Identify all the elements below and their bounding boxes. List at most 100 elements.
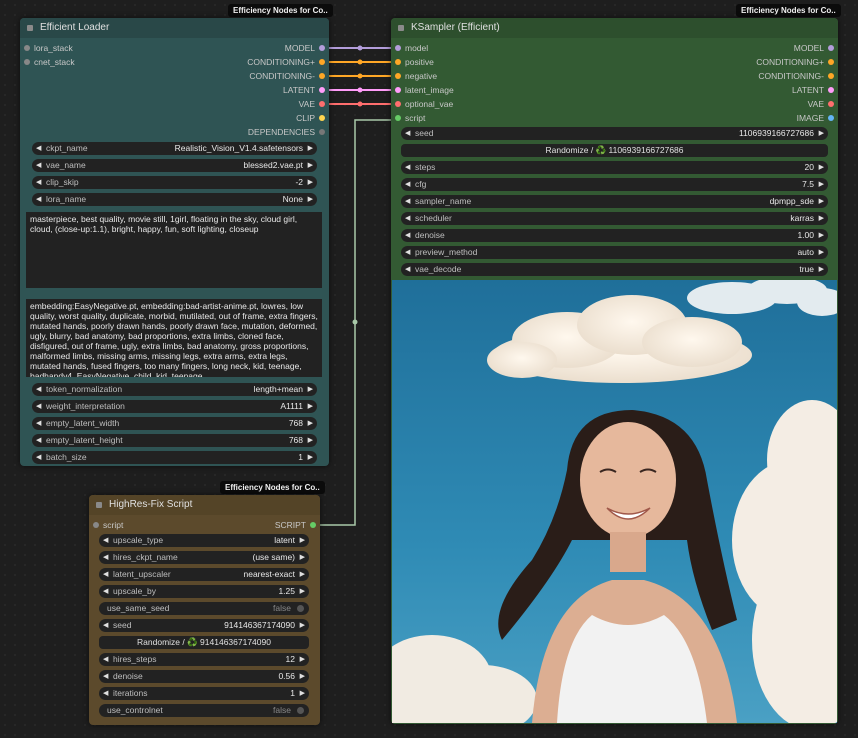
ksampler-input-model[interactable]: model bbox=[391, 41, 428, 55]
ksampler-node[interactable]: KSampler (Efficient) model positive nega… bbox=[391, 18, 838, 724]
ksampler-input-script[interactable]: script bbox=[391, 111, 425, 125]
loader-output-conditioning-pos[interactable]: CONDITIONING+ bbox=[247, 55, 329, 69]
widget-vae-name[interactable]: ◀ vae_name blessed2.vae.pt ▶ bbox=[32, 159, 317, 172]
socket-icon[interactable] bbox=[319, 115, 325, 121]
ksampler-input-optional-vae[interactable]: optional_vae bbox=[391, 97, 453, 111]
collapse-icon[interactable] bbox=[96, 502, 102, 508]
widget-ckpt-name[interactable]: ◀ ckpt_name Realistic_Vision_V1.4.safetens… bbox=[32, 142, 317, 155]
socket-icon[interactable] bbox=[828, 73, 834, 79]
widget-clip-skip[interactable]: ◀ clip_skip -2 ▶ bbox=[32, 176, 317, 189]
widget-hires-denoise[interactable]: ◀ denoise 0.56 ▶ bbox=[99, 670, 309, 683]
socket-icon[interactable] bbox=[24, 45, 30, 51]
socket-icon[interactable] bbox=[310, 522, 316, 528]
ksampler-output-image[interactable]: IMAGE bbox=[797, 111, 838, 125]
collapse-icon[interactable] bbox=[398, 25, 404, 31]
socket-icon[interactable] bbox=[319, 59, 325, 65]
randomize-hires-seed-button[interactable]: Randomize / ♻️ 914146367174090 bbox=[99, 636, 309, 649]
negative-prompt-textarea[interactable]: embedding:EasyNegative.pt, embedding:bad… bbox=[26, 299, 322, 377]
ksampler-input-negative[interactable]: negative bbox=[391, 69, 437, 83]
randomize-seed-button[interactable]: Randomize / ♻️ 1106939166727686 bbox=[401, 144, 828, 157]
loader-title-bar[interactable]: Efficient Loader bbox=[20, 18, 329, 38]
arrow-right-icon: ▶ bbox=[818, 232, 824, 239]
collapse-icon[interactable] bbox=[27, 25, 33, 31]
widget-scheduler[interactable]: ◀ scheduler karras ▶ bbox=[401, 212, 828, 225]
widget-empty-latent-height[interactable]: ◀ empty_latent_height 768 ▶ bbox=[32, 434, 317, 447]
hires-output-script[interactable]: SCRIPT bbox=[275, 518, 320, 532]
widget-upscale-type[interactable]: ◀ upscale_type latent ▶ bbox=[99, 534, 309, 547]
arrow-right-icon: ▶ bbox=[307, 196, 313, 203]
socket-icon[interactable] bbox=[395, 87, 401, 93]
loader-input-cnet-stack[interactable]: cnet_stack bbox=[20, 55, 75, 69]
loader-output-latent[interactable]: LATENT bbox=[283, 83, 329, 97]
socket-icon[interactable] bbox=[319, 129, 325, 135]
loader-output-vae[interactable]: VAE bbox=[299, 97, 329, 111]
ksampler-output-vae[interactable]: VAE bbox=[808, 97, 838, 111]
widget-vae-decode[interactable]: ◀ vae_decode true ▶ bbox=[401, 263, 828, 276]
arrow-right-icon: ▶ bbox=[307, 162, 313, 169]
arrow-right-icon: ▶ bbox=[299, 690, 305, 697]
arrow-left-icon: ◀ bbox=[405, 215, 411, 222]
widget-hires-steps[interactable]: ◀ hires_steps 12 ▶ bbox=[99, 653, 309, 666]
loader-output-conditioning-neg[interactable]: CONDITIONING- bbox=[249, 69, 329, 83]
socket-icon[interactable] bbox=[395, 115, 401, 121]
widget-steps[interactable]: ◀ steps 20 ▶ bbox=[401, 161, 828, 174]
socket-icon[interactable] bbox=[319, 87, 325, 93]
socket-icon[interactable] bbox=[395, 73, 401, 79]
socket-icon[interactable] bbox=[319, 45, 325, 51]
socket-icon[interactable] bbox=[319, 101, 325, 107]
widget-upscale-by[interactable]: ◀ upscale_by 1.25 ▶ bbox=[99, 585, 309, 598]
widget-seed[interactable]: ◀ seed 1106939166727686 ▶ bbox=[401, 127, 828, 140]
socket-icon[interactable] bbox=[828, 101, 834, 107]
highres-fix-script-node[interactable]: HighRes-Fix Script script SCRIPT ◀ upscal… bbox=[89, 495, 320, 725]
widget-sampler-name[interactable]: ◀ sampler_name dpmpp_sde ▶ bbox=[401, 195, 828, 208]
widget-empty-latent-width[interactable]: ◀ empty_latent_width 768 ▶ bbox=[32, 417, 317, 430]
arrow-left-icon: ◀ bbox=[405, 249, 411, 256]
ksampler-output-conditioning-neg[interactable]: CONDITIONING- bbox=[758, 69, 838, 83]
arrow-left-icon: ◀ bbox=[405, 164, 411, 171]
arrow-left-icon: ◀ bbox=[103, 571, 109, 578]
socket-icon[interactable] bbox=[395, 101, 401, 107]
loader-output-dependencies[interactable]: DEPENDENCIES bbox=[248, 125, 329, 139]
widget-lora-name[interactable]: ◀ lora_name None ▶ bbox=[32, 193, 317, 206]
socket-icon[interactable] bbox=[93, 522, 99, 528]
widget-token-normalization[interactable]: ◀ token_normalization length+mean ▶ bbox=[32, 383, 317, 396]
widget-batch-size[interactable]: ◀ batch_size 1 ▶ bbox=[32, 451, 317, 464]
ksampler-input-latent-image[interactable]: latent_image bbox=[391, 83, 454, 97]
arrow-right-icon: ▶ bbox=[818, 181, 824, 188]
widget-latent-upscaler[interactable]: ◀ latent_upscaler nearest-exact ▶ bbox=[99, 568, 309, 581]
socket-icon[interactable] bbox=[395, 45, 401, 51]
efficient-loader-node[interactable]: Efficient Loader lora_stack cnet_stack M… bbox=[20, 18, 329, 466]
loader-output-model[interactable]: MODEL bbox=[285, 41, 329, 55]
hires-title-bar[interactable]: HighRes-Fix Script bbox=[89, 495, 320, 515]
loader-input-lora-stack[interactable]: lora_stack bbox=[20, 41, 73, 55]
ksampler-output-latent[interactable]: LATENT bbox=[792, 83, 838, 97]
arrow-left-icon: ◀ bbox=[36, 420, 42, 427]
socket-icon[interactable] bbox=[828, 45, 834, 51]
loader-output-clip[interactable]: CLIP bbox=[296, 111, 329, 125]
output-preview-image[interactable] bbox=[392, 280, 837, 723]
widget-iterations[interactable]: ◀ iterations 1 ▶ bbox=[99, 687, 309, 700]
toggle-use-controlnet[interactable]: use_controlnet false bbox=[99, 704, 309, 717]
socket-icon[interactable] bbox=[828, 59, 834, 65]
arrow-right-icon: ▶ bbox=[818, 198, 824, 205]
ksampler-output-conditioning-pos[interactable]: CONDITIONING+ bbox=[756, 55, 838, 69]
positive-prompt-textarea[interactable]: masterpiece, best quality, movie still, … bbox=[26, 212, 322, 288]
widget-denoise[interactable]: ◀ denoise 1.00 ▶ bbox=[401, 229, 828, 242]
widget-hires-ckpt-name[interactable]: ◀ hires_ckpt_name (use same) ▶ bbox=[99, 551, 309, 564]
loader-badge: Efficiency Nodes for Co.. bbox=[228, 4, 333, 17]
socket-icon[interactable] bbox=[828, 115, 834, 121]
ksampler-title-bar[interactable]: KSampler (Efficient) bbox=[391, 18, 838, 38]
socket-icon[interactable] bbox=[828, 87, 834, 93]
arrow-left-icon: ◀ bbox=[36, 386, 42, 393]
socket-icon[interactable] bbox=[24, 59, 30, 65]
widget-hires-seed[interactable]: ◀ seed 914146367174090 ▶ bbox=[99, 619, 309, 632]
socket-icon[interactable] bbox=[395, 59, 401, 65]
hires-input-script[interactable]: script bbox=[89, 518, 123, 532]
ksampler-input-positive[interactable]: positive bbox=[391, 55, 434, 69]
widget-weight-interpretation[interactable]: ◀ weight_interpretation A1111 ▶ bbox=[32, 400, 317, 413]
toggle-use-same-seed[interactable]: use_same_seed false bbox=[99, 602, 309, 615]
socket-icon[interactable] bbox=[319, 73, 325, 79]
widget-preview-method[interactable]: ◀ preview_method auto ▶ bbox=[401, 246, 828, 259]
widget-cfg[interactable]: ◀ cfg 7.5 ▶ bbox=[401, 178, 828, 191]
ksampler-output-model[interactable]: MODEL bbox=[794, 41, 838, 55]
